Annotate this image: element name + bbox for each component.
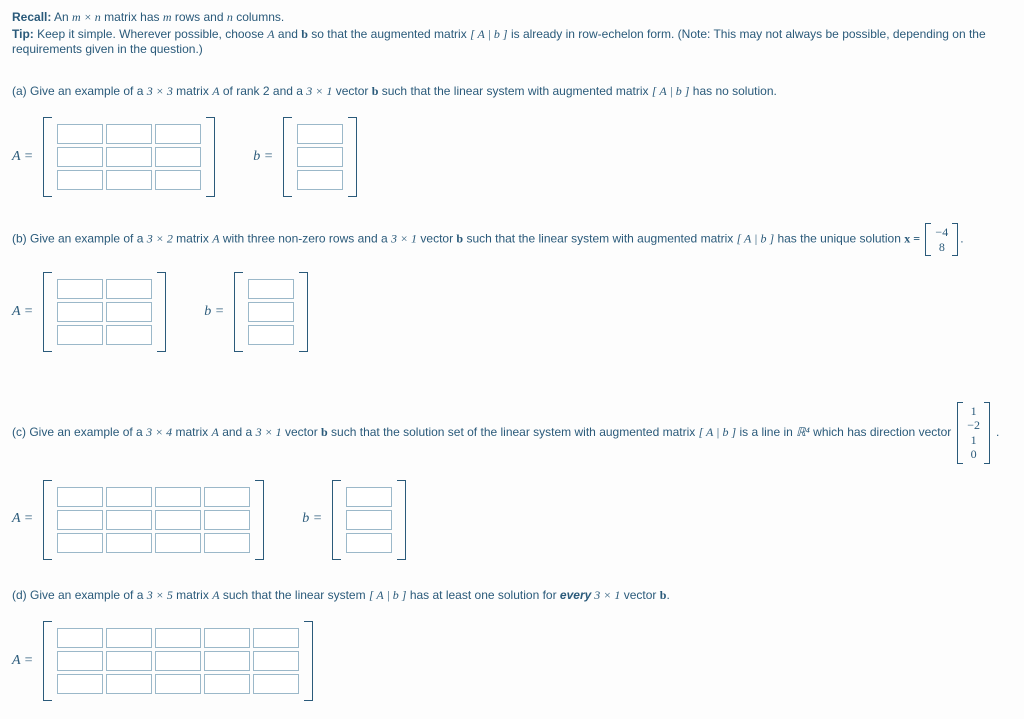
matrix-cell[interactable] [155,533,201,553]
matrix-A-label: A = [12,301,33,323]
matrix-cell[interactable] [204,674,250,694]
part-c-prompt: (c) Give an example of a 3 × 4 matrix A … [12,402,1012,464]
matrix-cell[interactable] [155,651,201,671]
matrix-cell[interactable] [57,487,103,507]
recall-label: Recall: [12,10,51,24]
tip-label: Tip: [12,27,34,41]
part-a: (a) Give an example of a 3 × 3 matrix A … [12,82,1012,197]
vector-b-label: b = [204,301,224,323]
matrix-cell[interactable] [57,325,103,345]
matrix-cell[interactable] [106,302,152,322]
part-d: (d) Give an example of a 3 × 5 matrix A … [12,586,1012,701]
matrix-cell[interactable] [248,279,294,299]
matrix-cell[interactable] [106,124,152,144]
matrix-cell[interactable] [57,628,103,648]
matrix-cell[interactable] [106,325,152,345]
matrix-cell[interactable] [57,124,103,144]
matrix-cell[interactable] [204,651,250,671]
matrix-cell[interactable] [155,147,201,167]
matrix-cell[interactable] [297,147,343,167]
matrix-cell[interactable] [57,170,103,190]
matrix-cell[interactable] [57,302,103,322]
matrix-cell[interactable] [204,533,250,553]
matrix-cell[interactable] [106,628,152,648]
matrix-A-input [43,621,313,701]
matrix-cell[interactable] [57,147,103,167]
matrix-cell[interactable] [155,124,201,144]
matrix-cell[interactable] [57,674,103,694]
matrix-cell[interactable] [106,674,152,694]
matrix-cell[interactable] [346,533,392,553]
matrix-A-input [43,480,264,560]
matrix-cell[interactable] [204,510,250,530]
matrix-cell[interactable] [57,279,103,299]
matrix-A-input [43,272,166,352]
matrix-A-label: A = [12,650,33,672]
part-c: (c) Give an example of a 3 × 4 matrix A … [12,402,1012,560]
matrix-cell[interactable] [106,147,152,167]
matrix-cell[interactable] [346,510,392,530]
matrix-cell[interactable] [106,651,152,671]
matrix-cell[interactable] [106,533,152,553]
matrix-cell[interactable] [253,674,299,694]
vector-b-label: b = [302,508,322,530]
matrix-cell[interactable] [57,651,103,671]
direction-vector: 1 −2 1 0 [957,402,990,464]
solution-vector: −48 [925,223,958,256]
matrix-cell[interactable] [106,510,152,530]
recall-line: Recall: An m × n matrix has m rows and n… [12,10,1012,25]
matrix-cell[interactable] [346,487,392,507]
vector-b-input [283,117,357,197]
matrix-cell[interactable] [106,487,152,507]
matrix-cell[interactable] [57,533,103,553]
matrix-cell[interactable] [155,674,201,694]
matrix-cell[interactable] [155,487,201,507]
matrix-cell[interactable] [204,628,250,648]
vector-b-label: b = [253,146,273,168]
matrix-cell[interactable] [155,170,201,190]
matrix-cell[interactable] [248,325,294,345]
part-b-prompt: (b) Give an example of a 3 × 2 matrix A … [12,223,1012,256]
matrix-cell[interactable] [253,651,299,671]
tip-line: Tip: Keep it simple. Wherever possible, … [12,27,1012,56]
matrix-cell[interactable] [248,302,294,322]
matrix-cell[interactable] [204,487,250,507]
vector-b-input [234,272,308,352]
matrix-cell[interactable] [297,170,343,190]
matrix-cell[interactable] [106,170,152,190]
matrix-cell[interactable] [155,628,201,648]
part-d-prompt: (d) Give an example of a 3 × 5 matrix A … [12,586,1012,605]
vector-b-input [332,480,406,560]
matrix-cell[interactable] [106,279,152,299]
matrix-cell[interactable] [297,124,343,144]
matrix-cell[interactable] [253,628,299,648]
matrix-cell[interactable] [57,510,103,530]
part-a-prompt: (a) Give an example of a 3 × 3 matrix A … [12,82,1012,101]
part-b: (b) Give an example of a 3 × 2 matrix A … [12,223,1012,352]
matrix-A-label: A = [12,508,33,530]
matrix-A-input [43,117,215,197]
matrix-cell[interactable] [155,510,201,530]
matrix-A-label: A = [12,146,33,168]
